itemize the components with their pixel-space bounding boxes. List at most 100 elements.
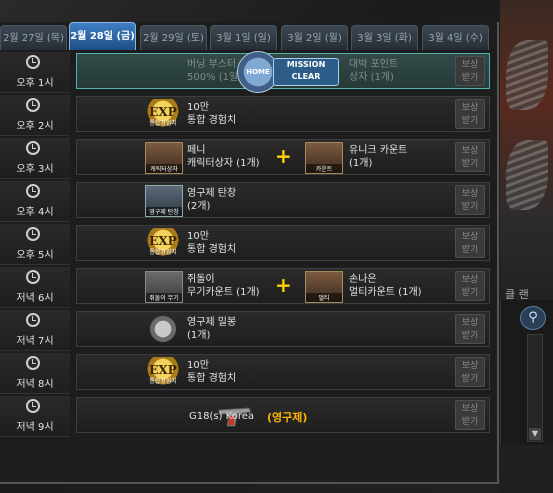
tab-mar-4[interactable]: 3월 4일 (수) xyxy=(422,25,489,50)
claim-button[interactable]: 보상 받기 xyxy=(455,400,485,430)
reward-cell: G18(s) Korea (영구제) 보상 받기 xyxy=(76,397,490,433)
reward-row: 오후 2시 EXP 통합경험치 10만 통합 경험치 보상 받기 xyxy=(0,95,492,136)
reward-row: 저녁 8시 EXP 통합경험치 10만 통합 경험치 보상 받기 xyxy=(0,353,492,394)
reward-detail: (1개) xyxy=(187,330,211,341)
time-cell: 저녁 9시 xyxy=(0,396,70,437)
mission-line-2: CLEAR xyxy=(291,72,321,81)
time-cell: 오후 4시 xyxy=(0,181,70,222)
claim-button[interactable]: 보상 받기 xyxy=(455,271,485,301)
claim-label-2: 받기 xyxy=(461,245,479,255)
reward-detail: 무기카운트 (1개) xyxy=(187,287,260,298)
claim-label-1: 보상 xyxy=(461,146,479,156)
alarm-clock-icon xyxy=(26,356,40,370)
claim-button[interactable]: 보상 받기 xyxy=(455,185,485,215)
claim-label-2: 받기 xyxy=(461,202,479,212)
tab-mar-1[interactable]: 3월 1일 (일) xyxy=(210,25,277,50)
magazine-icon-label: 영구제 탄창 xyxy=(146,207,182,216)
weapon-count-icon: 쥐돌이 무기 xyxy=(145,271,183,303)
reward-row: 저녁 9시 G18(s) Korea (영구제) 보상 받기 xyxy=(0,396,492,437)
reward-row: 오후 5시 EXP 통합경험치 10만 통합 경험치 보상 받기 xyxy=(0,224,492,265)
exp-icon-sub: 통합경험치 xyxy=(149,249,177,256)
claim-button[interactable]: 보상 받기 xyxy=(455,357,485,387)
reward-detail: (2개) xyxy=(187,201,211,212)
claim-button[interactable]: 보상 받기 xyxy=(455,99,485,129)
alarm-clock-icon xyxy=(26,399,40,413)
claim-button[interactable]: 보상 받기 xyxy=(455,142,485,172)
reward-detail: 500% (1일) xyxy=(187,72,243,83)
claim-label-1: 보상 xyxy=(461,404,479,414)
time-cell: 오후 2시 xyxy=(0,95,70,136)
mission-line-1: MISSION xyxy=(286,60,326,69)
reward-detail: 캐릭터상자 (1개) xyxy=(187,158,260,169)
exp-icon-label: EXP xyxy=(149,234,177,248)
plus-icon: + xyxy=(275,144,292,168)
tab-feb-28[interactable]: 2월 28일 (금) xyxy=(69,22,136,50)
exp-icon: EXP 통합경험치 xyxy=(145,99,181,129)
mission-clear-stamp: MISSION CLEAR xyxy=(273,58,339,86)
exp-icon-sub: 통합경험치 xyxy=(149,378,177,385)
tab-feb-27[interactable]: 2월 27일 (목) xyxy=(0,25,67,50)
reward-cell: 쥐돌이 무기 쥐돌이 무기카운트 (1개) + 멀티 손나은 멀티카운트 (1개… xyxy=(76,268,490,304)
reward-row: 오후 3시 캐릭터상자 페니 캐릭터상자 (1개) + 카운트 유니크 카운트 … xyxy=(0,138,492,179)
reward-detail-2: (1개) xyxy=(349,158,373,169)
reward-name: 영구제 밀봉 xyxy=(187,317,237,328)
exp-icon: EXP 통합경험치 xyxy=(145,228,181,258)
reward-name-2: 유니크 카운트 xyxy=(349,145,408,156)
permanent-tag: (영구제) xyxy=(267,411,308,424)
tab-feb-29[interactable]: 2월 29일 (토) xyxy=(140,25,207,50)
claim-label-1: 보상 xyxy=(461,189,479,199)
reward-name: 쥐돌이 xyxy=(187,274,215,285)
reward-name-2: 손나은 xyxy=(349,274,377,285)
weapon-count-icon-label: 쥐돌이 무기 xyxy=(146,293,182,302)
magazine-icon: 영구제 탄창 xyxy=(145,185,183,217)
reward-detail-2: 멀티카운트 (1개) xyxy=(349,287,422,298)
claim-button[interactable]: 보상 받기 xyxy=(455,314,485,344)
reward-row: 오후 1시 버닝 부스터 500% (1일) HOME MISSION CLEA… xyxy=(0,51,492,93)
claim-label-2: 받기 xyxy=(461,331,479,341)
time-cell: 오후 3시 xyxy=(0,138,70,179)
time-cell: 오후 1시 xyxy=(0,52,70,93)
reward-cell: EXP 통합경험치 10만 통합 경험치 보상 받기 xyxy=(76,354,490,390)
unique-count-icon-label: 카운트 xyxy=(306,164,342,173)
reward-row: 저녁 6시 쥐돌이 무기 쥐돌이 무기카운트 (1개) + 멀티 손나은 멀티카… xyxy=(0,267,492,308)
time-cell: 저녁 6시 xyxy=(0,267,70,308)
claim-label-2: 받기 xyxy=(461,73,479,83)
claim-label-1: 보상 xyxy=(461,318,479,328)
reward-amount: 10만 xyxy=(187,360,209,371)
chevron-down-icon[interactable]: ▼ xyxy=(529,428,541,440)
tab-mar-2[interactable]: 3월 2일 (월) xyxy=(281,25,348,50)
claim-label-1: 보상 xyxy=(461,232,479,242)
date-tabs: 2월 27일 (목) 2월 28일 (금) 2월 29일 (토) 3월 1일 (… xyxy=(0,22,497,50)
tab-mar-3[interactable]: 3월 3일 (화) xyxy=(351,25,418,50)
exp-icon-label: EXP xyxy=(149,363,177,377)
time-label: 오후 3시 xyxy=(16,164,54,175)
claim-label-2: 받기 xyxy=(461,116,479,126)
reward-name: 통합 경험치 xyxy=(187,115,237,126)
alarm-clock-icon xyxy=(26,227,40,241)
claim-label-2: 받기 xyxy=(461,159,479,169)
reward-name: 통합 경험치 xyxy=(187,244,237,255)
time-label: 저녁 8시 xyxy=(16,379,54,390)
multi-count-icon: 멀티 xyxy=(305,271,343,303)
time-label: 오후 4시 xyxy=(16,207,54,218)
multi-count-icon-label: 멀티 xyxy=(306,293,342,302)
reward-amount: 10만 xyxy=(187,231,209,242)
exp-icon: EXP 통합경험치 xyxy=(145,357,181,387)
side-scrollbar[interactable]: ▼ xyxy=(527,334,543,442)
reward-cell: 캐릭터상자 페니 캐릭터상자 (1개) + 카운트 유니크 카운트 (1개) 보… xyxy=(76,139,490,175)
attendance-reward-window: 2월 27일 (목) 2월 28일 (금) 2월 29일 (토) 3월 1일 (… xyxy=(0,22,499,484)
claim-label-1: 보상 xyxy=(461,275,479,285)
claim-button[interactable]: 보상 받기 xyxy=(455,56,485,86)
magnifier-icon[interactable]: ⚲ xyxy=(520,306,546,330)
plus-icon: + xyxy=(275,273,292,297)
claim-label-1: 보상 xyxy=(461,361,479,371)
alarm-clock-icon xyxy=(26,270,40,284)
reward-amount: 10만 xyxy=(187,102,209,113)
reward-name: 버닝 부스터 xyxy=(187,59,237,70)
claim-button[interactable]: 보상 받기 xyxy=(455,228,485,258)
reward-name: G18(s) Korea xyxy=(189,411,255,422)
time-label: 저녁 6시 xyxy=(16,293,54,304)
reward-name: 페니 xyxy=(187,145,206,156)
time-label: 오후 1시 xyxy=(16,78,54,89)
reward-name: 영구제 탄창 xyxy=(187,188,237,199)
